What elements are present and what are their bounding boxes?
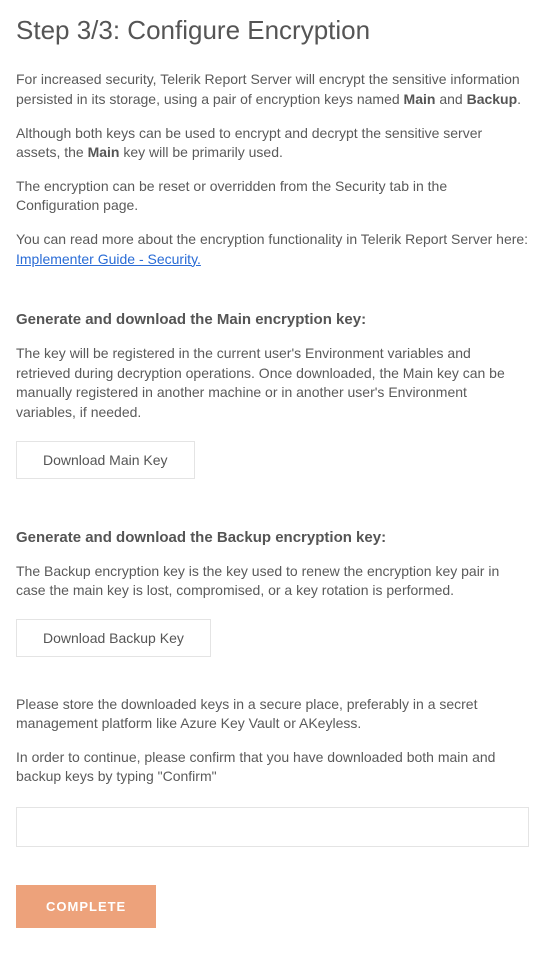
backup-key-desc: The Backup encryption key is the key use… bbox=[16, 562, 529, 601]
download-main-key-button[interactable]: Download Main Key bbox=[16, 441, 195, 479]
intro-paragraph-1: For increased security, Telerik Report S… bbox=[16, 70, 529, 109]
main-key-desc: The key will be registered in the curren… bbox=[16, 344, 529, 422]
download-backup-key-button[interactable]: Download Backup Key bbox=[16, 619, 211, 657]
intro2-text-c: key will be primarily used. bbox=[119, 144, 282, 160]
intro1-text-e: . bbox=[517, 91, 521, 107]
intro-paragraph-4: You can read more about the encryption f… bbox=[16, 230, 529, 269]
store-note: Please store the downloaded keys in a se… bbox=[16, 695, 529, 734]
intro-paragraph-2: Although both keys can be used to encryp… bbox=[16, 124, 529, 163]
page-title: Step 3/3: Configure Encryption bbox=[16, 12, 529, 48]
intro1-main-bold: Main bbox=[404, 91, 436, 107]
implementer-guide-link[interactable]: Implementer Guide - Security. bbox=[16, 251, 201, 267]
intro4-text-a: You can read more about the encryption f… bbox=[16, 231, 528, 247]
intro1-text-c: and bbox=[435, 91, 466, 107]
intro1-backup-bold: Backup bbox=[467, 91, 518, 107]
intro2-main-bold: Main bbox=[88, 144, 120, 160]
intro-paragraph-3: The encryption can be reset or overridde… bbox=[16, 177, 529, 216]
main-key-heading: Generate and download the Main encryptio… bbox=[16, 309, 529, 330]
confirm-input[interactable] bbox=[16, 807, 529, 847]
confirm-note: In order to continue, please confirm tha… bbox=[16, 748, 529, 787]
complete-button[interactable]: COMPLETE bbox=[16, 885, 156, 928]
backup-key-heading: Generate and download the Backup encrypt… bbox=[16, 527, 529, 548]
